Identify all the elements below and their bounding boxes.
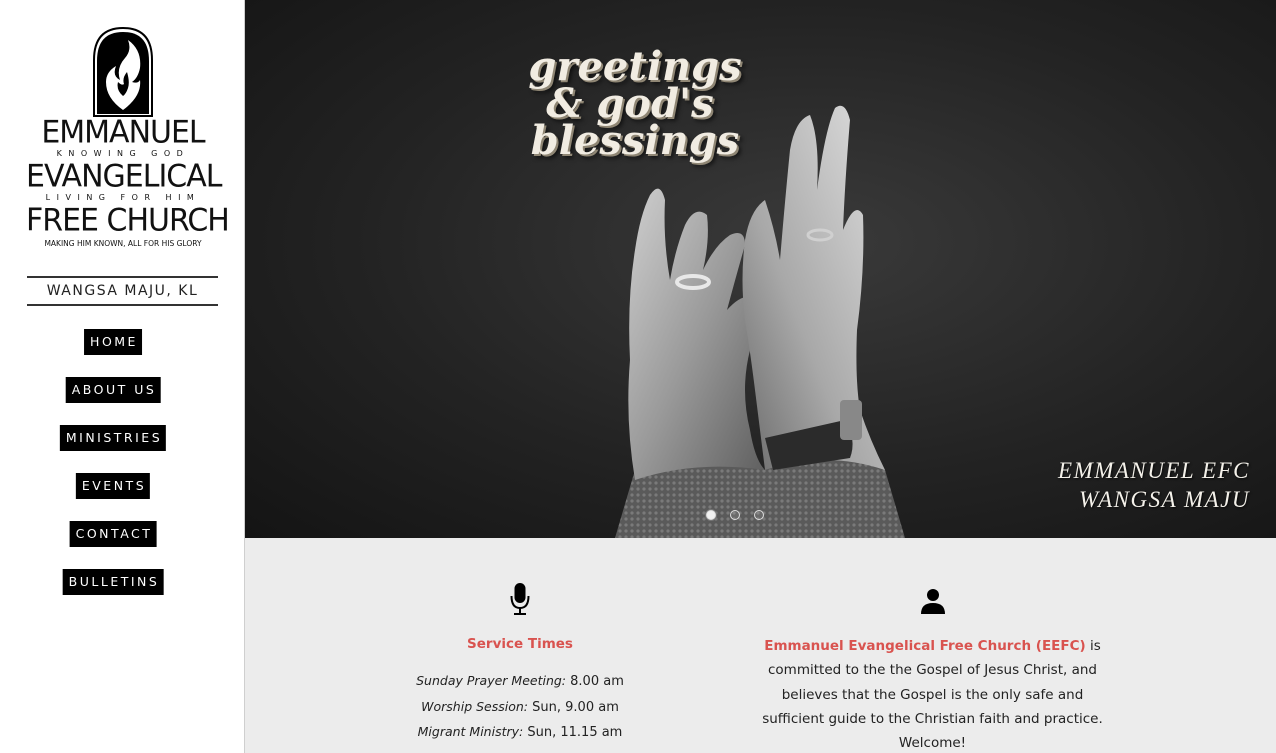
- flame-window-logo-icon: [93, 26, 153, 117]
- hero-caption-line-2: WANGSA MAJU: [1079, 487, 1250, 512]
- hero-caption-line-1: EMMANUEL EFC: [1058, 458, 1250, 483]
- service-time-row: Sunday Prayer Meeting: 8.00 am: [380, 669, 660, 695]
- about-line: committed to the the Gospel of Jesus Chr…: [768, 662, 1097, 679]
- church-logo[interactable]: EMMANUEL KNOWING GOD EVANGELICAL LIVING …: [26, 26, 230, 248]
- service-times-heading: Service Times: [467, 636, 573, 652]
- service-time-row: Worship Session: Sun, 9.00 am: [380, 695, 660, 721]
- nav-ministries[interactable]: MINISTRIES: [59, 425, 167, 451]
- sidebar: EMMANUEL KNOWING GOD EVANGELICAL LIVING …: [0, 0, 245, 753]
- microphone-icon: [510, 583, 530, 615]
- nav-about-us[interactable]: ABOUT US: [65, 377, 161, 403]
- service-time-value: Sun, 11.15 am: [527, 725, 623, 740]
- service-time-value: 8.00 am: [570, 674, 624, 689]
- church-name-highlight: Emmanuel Evangelical Free Church (EEFC): [764, 638, 1086, 654]
- service-time-row: Migrant Ministry: Sun, 11.15 am: [380, 720, 660, 746]
- nav-home[interactable]: HOME: [84, 329, 142, 355]
- nav-contact[interactable]: CONTACT: [69, 521, 157, 547]
- about-line: sufficient guide to the Christian faith …: [762, 710, 1103, 727]
- greeting-line-3: blessings: [530, 117, 740, 164]
- location-label: WANGSA MAJU, KL: [27, 276, 218, 306]
- about-line: Welcome!: [898, 735, 967, 752]
- slider-dot-2[interactable]: [730, 510, 740, 520]
- info-section: Service Times Sunday Prayer Meeting: 8.0…: [245, 538, 1276, 753]
- service-times-column: Service Times Sunday Prayer Meeting: 8.0…: [380, 538, 660, 746]
- about-column: Emmanuel Evangelical Free Church (EEFC) …: [755, 538, 1110, 753]
- service-times-list: Sunday Prayer Meeting: 8.00 am Worship S…: [380, 669, 660, 746]
- about-text: Emmanuel Evangelical Free Church (EEFC) …: [755, 634, 1110, 753]
- person-icon: [920, 589, 945, 614]
- logo-line-1: EMMANUEL: [41, 114, 205, 151]
- hero-caption: EMMANUEL EFC WANGSA MAJU: [1058, 456, 1250, 514]
- service-time-label: Sunday Prayer Meeting:: [416, 673, 567, 688]
- nav-bulletins[interactable]: BULLETINS: [62, 569, 164, 595]
- logo-tagline: MAKING HIM KNOWN, ALL FOR HIS GLORY: [44, 239, 202, 248]
- logo-line-2: EVANGELICAL: [26, 158, 222, 195]
- logo-subline-2: LIVING FOR HIM: [45, 193, 201, 202]
- slider-dot-1[interactable]: [706, 510, 716, 520]
- service-time-label: Migrant Ministry:: [417, 724, 524, 739]
- hero-slider: greetings & god's blessings EMMANUEL EFC…: [245, 0, 1276, 538]
- service-time-value: Sun, 9.00 am: [532, 699, 619, 715]
- hero-greeting: greetings & god's blessings: [515, 47, 755, 164]
- logo-line-3: FREE CHURCH: [26, 202, 230, 239]
- about-line: Emmanuel Evangelical Free Church (EEFC) …: [755, 634, 1110, 658]
- slider-dot-3[interactable]: [754, 510, 764, 520]
- about-line-start: is: [1089, 638, 1101, 654]
- about-line: believes that the Gospel is the only saf…: [781, 686, 1084, 703]
- service-time-label: Worship Session:: [421, 698, 529, 714]
- nav-events[interactable]: EVENTS: [75, 473, 151, 499]
- slider-dots: [706, 510, 764, 520]
- logo-subline-1: KNOWING GOD: [56, 149, 190, 158]
